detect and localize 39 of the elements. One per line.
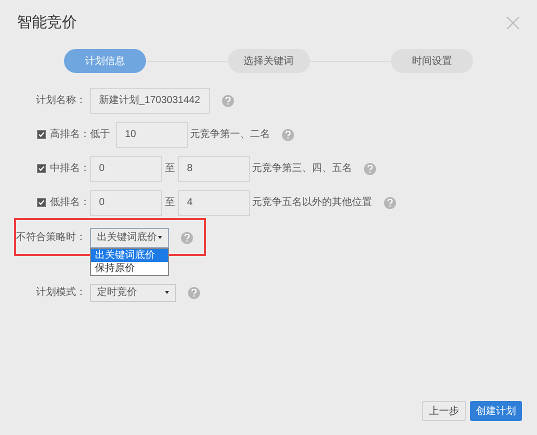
field-hint: 元竞争第三、四、五名 (252, 162, 352, 176)
field-label: 计划名称： (35, 94, 87, 108)
field-label: 不符合策略时： (15, 230, 87, 245)
step-tab[interactable]: 时间设置 (391, 49, 473, 73)
help-icon[interactable] (384, 196, 396, 208)
range-separator: 至 (165, 196, 175, 210)
field-hint: 元竞争五名以外的其他位置 (252, 196, 372, 210)
range-separator: 至 (165, 162, 175, 176)
field-label: 计划模式： (35, 286, 87, 300)
checkbox[interactable] (37, 164, 46, 173)
caret-icon (158, 236, 162, 239)
field-label: 高排名： (50, 128, 90, 142)
input-field[interactable]: 新建计划_1703031442 (90, 88, 210, 114)
field-label: 低排名： (50, 196, 90, 210)
back-button[interactable]: 上一步 (422, 401, 466, 421)
help-icon[interactable] (181, 232, 193, 244)
checkbox[interactable] (37, 198, 46, 207)
strategy-select[interactable]: 出关键词底价 (90, 228, 169, 248)
checkbox[interactable] (37, 130, 46, 139)
dialog-title: 智能竞价 (17, 13, 77, 33)
help-icon[interactable] (364, 162, 376, 174)
input-field[interactable]: 4 (178, 190, 250, 216)
create-plan-button[interactable]: 创建计划 (470, 401, 522, 421)
close-icon[interactable] (506, 16, 520, 30)
input-field[interactable]: 0 (90, 190, 162, 216)
caret-icon (165, 290, 169, 294)
help-icon[interactable] (222, 94, 234, 106)
help-icon[interactable] (282, 128, 294, 140)
field-hint: 元竞争第一、二名 (190, 128, 270, 142)
step-tab[interactable]: 选择关键词 (228, 49, 310, 73)
help-icon[interactable] (188, 286, 200, 298)
field-label: 中排名： (50, 162, 90, 176)
dropdown-option[interactable]: 出关键词底价 (91, 248, 168, 262)
input-field[interactable]: 0 (90, 156, 162, 182)
input-field[interactable]: 10 (116, 122, 188, 148)
input-field[interactable]: 8 (178, 156, 250, 182)
field-label: 低于 (90, 128, 110, 142)
dropdown-option[interactable]: 保持原价 (91, 262, 168, 274)
plan-mode-select[interactable]: 定时竞价 (90, 284, 176, 302)
